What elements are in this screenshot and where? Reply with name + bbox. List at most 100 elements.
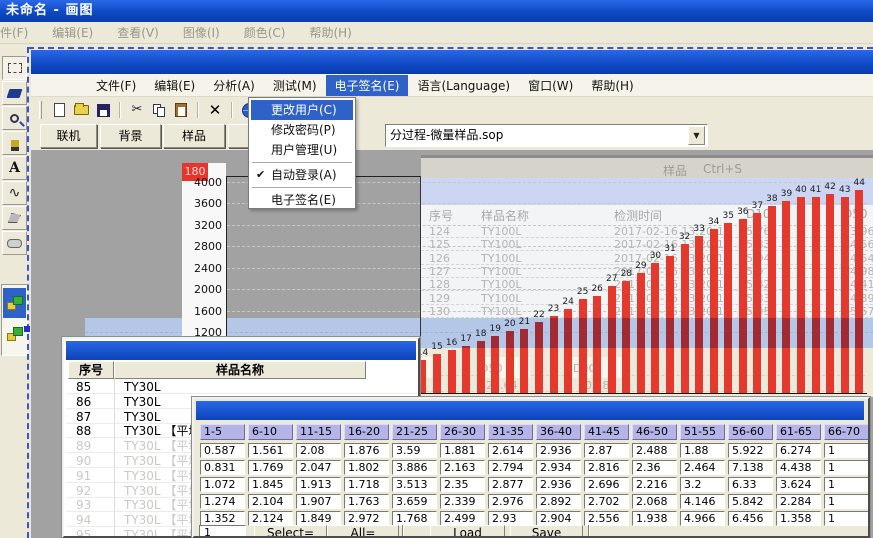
- sop-combobox[interactable]: 分过程-微量样品.sop: [385, 124, 708, 147]
- dist-cell[interactable]: 2.892: [536, 494, 581, 509]
- app-button-联机[interactable]: 联机: [40, 124, 97, 148]
- dist-cell[interactable]: 1.876: [344, 443, 389, 458]
- footer-button-all[interactable]: All=: [327, 525, 399, 538]
- app-menu-6[interactable]: 语言(Language): [408, 75, 519, 96]
- dist-cell[interactable]: 2.284: [776, 494, 821, 509]
- dist-cell[interactable]: 2.936: [536, 443, 581, 458]
- magnifier-tool[interactable]: [2, 106, 27, 130]
- transparent-select-option[interactable]: [3, 288, 26, 318]
- list-row[interactable]: 85TY30L: [66, 380, 416, 394]
- paint-menu-5[interactable]: 颜色(C): [232, 24, 298, 41]
- paste-icon[interactable]: [171, 101, 191, 119]
- dist-cell[interactable]: 1.913: [296, 477, 341, 492]
- count-input[interactable]: 1: [199, 525, 246, 538]
- dist-cell[interactable]: 2.216: [632, 477, 677, 492]
- paint-menu-3[interactable]: 查看(V): [105, 24, 171, 41]
- dist-cell[interactable]: 3.2: [680, 477, 725, 492]
- cut-icon[interactable]: ✂: [127, 101, 147, 119]
- dist-cell[interactable]: 2.36: [632, 460, 677, 475]
- dist-cell[interactable]: 5.842: [728, 494, 773, 509]
- dist-cell[interactable]: 0.831: [200, 460, 245, 475]
- text-tool[interactable]: A: [2, 156, 27, 180]
- paint-menu-1[interactable]: 文件(F): [0, 24, 40, 41]
- dist-cell[interactable]: 2.339: [440, 494, 485, 509]
- app-button-背景[interactable]: 背景: [100, 124, 161, 148]
- copy-icon[interactable]: [149, 101, 169, 119]
- fill-tool[interactable]: [2, 81, 27, 105]
- app-button-样品[interactable]: 样品: [163, 124, 225, 148]
- app-menu-5[interactable]: 电子签名(E): [326, 75, 409, 96]
- menu-item-7[interactable]: 电子签名(E): [249, 190, 355, 210]
- footer-button-load[interactable]: Load: [430, 525, 505, 538]
- dist-cell[interactable]: 2.816: [584, 460, 629, 475]
- dist-cell[interactable]: 4.438: [776, 460, 821, 475]
- dist-cell[interactable]: 2.08: [296, 443, 341, 458]
- dist-cell[interactable]: 1.561: [248, 443, 293, 458]
- dist-cell[interactable]: 2.702: [584, 494, 629, 509]
- dist-cell[interactable]: 3.624: [776, 477, 821, 492]
- dist-cell[interactable]: 0.587: [200, 443, 245, 458]
- dist-cell[interactable]: 2.499: [440, 511, 485, 526]
- open-file-icon[interactable]: [71, 101, 91, 119]
- dist-cell[interactable]: 6.33: [728, 477, 773, 492]
- dist-cell[interactable]: 1: [824, 477, 869, 492]
- dist-cell[interactable]: 1.907: [296, 494, 341, 509]
- dist-cell[interactable]: 2.877: [488, 477, 533, 492]
- dist-cell[interactable]: 1.881: [440, 443, 485, 458]
- dist-cell[interactable]: 4.966: [680, 511, 725, 526]
- dist-cell[interactable]: 1: [824, 460, 869, 475]
- app-menu-7[interactable]: 窗口(W): [519, 75, 582, 96]
- curve-tool[interactable]: ∿: [2, 181, 27, 205]
- dist-cell[interactable]: 2.047: [296, 460, 341, 475]
- dist-cell[interactable]: 5.922: [728, 443, 773, 458]
- dist-cell[interactable]: 2.936: [536, 477, 581, 492]
- app-menu-1[interactable]: 文件(F): [87, 75, 145, 96]
- menu-item-1[interactable]: 更改用户(C): [251, 100, 353, 120]
- dist-cell[interactable]: 2.556: [584, 511, 629, 526]
- footer-button-select[interactable]: Select=: [254, 525, 327, 538]
- sample-list-title-bar[interactable]: [66, 341, 416, 360]
- dist-cell[interactable]: 1: [824, 443, 869, 458]
- brush-tool[interactable]: [2, 131, 27, 155]
- app-menu-8[interactable]: 帮助(H): [582, 75, 642, 96]
- new-file-icon[interactable]: [49, 101, 69, 119]
- opaque-select-option[interactable]: [3, 319, 26, 349]
- list-header-1[interactable]: 序号: [68, 361, 114, 379]
- dist-cell[interactable]: 3.513: [392, 477, 437, 492]
- dist-cell[interactable]: 2.972: [344, 511, 389, 526]
- dist-cell[interactable]: 6.456: [728, 511, 773, 526]
- dist-cell[interactable]: 2.068: [632, 494, 677, 509]
- paint-menu-2[interactable]: 编辑(E): [40, 24, 105, 41]
- dist-cell[interactable]: 2.104: [248, 494, 293, 509]
- delete-icon[interactable]: ✕: [205, 101, 225, 119]
- save-file-icon[interactable]: [93, 101, 113, 119]
- dist-cell[interactable]: 2.904: [536, 511, 581, 526]
- dist-cell[interactable]: 2.93: [488, 511, 533, 526]
- dist-cell[interactable]: 1.88: [680, 443, 725, 458]
- dist-cell[interactable]: 2.35: [440, 477, 485, 492]
- dist-cell[interactable]: 2.163: [440, 460, 485, 475]
- app-menu-2[interactable]: 编辑(E): [145, 75, 204, 96]
- paint-menu-6[interactable]: 帮助(H): [297, 24, 363, 41]
- dist-cell[interactable]: 2.614: [488, 443, 533, 458]
- dist-cell[interactable]: 6.274: [776, 443, 821, 458]
- list-header-2[interactable]: 样品名称: [114, 361, 366, 379]
- dist-cell[interactable]: 3.886: [392, 460, 437, 475]
- dist-cell[interactable]: 1: [824, 494, 869, 509]
- dist-cell[interactable]: 1: [824, 511, 869, 526]
- dist-cell[interactable]: 1.802: [344, 460, 389, 475]
- dist-cell[interactable]: 1.845: [248, 477, 293, 492]
- dist-cell[interactable]: 7.138: [728, 460, 773, 475]
- dist-cell[interactable]: 1.763: [344, 494, 389, 509]
- dist-cell[interactable]: 2.464: [680, 460, 725, 475]
- menu-item-2[interactable]: 修改密码(P): [249, 120, 355, 140]
- dist-cell[interactable]: 2.976: [488, 494, 533, 509]
- footer-button-save[interactable]: Save: [510, 525, 583, 538]
- dist-cell[interactable]: 2.124: [248, 511, 293, 526]
- menu-item-3[interactable]: 用户管理(U): [249, 140, 355, 160]
- dist-cell[interactable]: 1.274: [200, 494, 245, 509]
- dist-cell[interactable]: 2.696: [584, 477, 629, 492]
- selection-marquee-left[interactable]: [27, 47, 29, 538]
- dist-cell[interactable]: 3.659: [392, 494, 437, 509]
- distribution-title-bar[interactable]: [196, 401, 864, 420]
